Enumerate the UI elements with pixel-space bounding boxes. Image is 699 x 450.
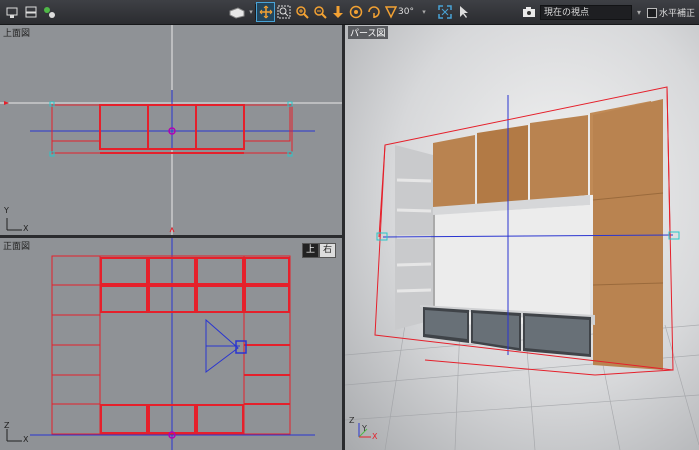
front-axis-z-label: Z [4, 421, 10, 430]
shape-dropdown-icon[interactable]: ▾ [247, 3, 255, 21]
perspective-view-pane[interactable]: パース図 Z Y X [345, 25, 699, 450]
walk-icon[interactable] [330, 3, 346, 21]
top-axis-y-label: Y [4, 206, 9, 215]
chevron-down-icon[interactable]: ▾ [633, 5, 645, 20]
assist-label: 水平補正 [659, 9, 696, 19]
camera-icon[interactable] [4, 3, 20, 21]
horizontal-assist-toggle[interactable]: 水平補正 [647, 6, 695, 19]
select-icon[interactable] [456, 3, 472, 21]
move-icon[interactable] [256, 2, 275, 22]
toolbar: ▾ 30° ▾ 現在の視点 ▾ 水平補正 [0, 0, 699, 25]
angle-icon[interactable] [384, 3, 398, 21]
persp-axis-x-label: X [372, 432, 378, 441]
top-view-pane[interactable]: 上面図 Y X [0, 25, 342, 235]
turn-icon[interactable] [366, 3, 382, 21]
top-view-canvas [0, 25, 342, 235]
orbit-icon[interactable] [348, 3, 364, 21]
angle-dropdown-icon[interactable]: ▾ [420, 3, 428, 21]
front-view-pane[interactable]: 正面図 上 右 Z X [0, 238, 342, 450]
persp-axis-z-label: Z [349, 416, 355, 425]
fit-icon[interactable] [437, 3, 453, 21]
camera-settings-icon[interactable] [23, 3, 39, 21]
zoom-out-icon[interactable] [312, 3, 328, 21]
zoom-in-icon[interactable] [294, 3, 310, 21]
perspective-canvas [345, 86, 699, 450]
zoom-region-icon[interactable] [276, 3, 292, 21]
top-axis-x-label: X [23, 224, 29, 233]
viewpoint-camera-icon [522, 3, 536, 21]
assist-checkbox[interactable] [647, 7, 657, 18]
persp-axis-y-label: Y [362, 424, 367, 433]
front-axis-x-label: X [23, 435, 29, 444]
render-icon[interactable] [41, 3, 57, 21]
angle-value[interactable]: 30° [398, 3, 420, 21]
shape-icon[interactable] [228, 3, 246, 21]
viewpoint-select[interactable]: 現在の視点 [540, 5, 632, 20]
front-view-canvas [6, 238, 315, 450]
